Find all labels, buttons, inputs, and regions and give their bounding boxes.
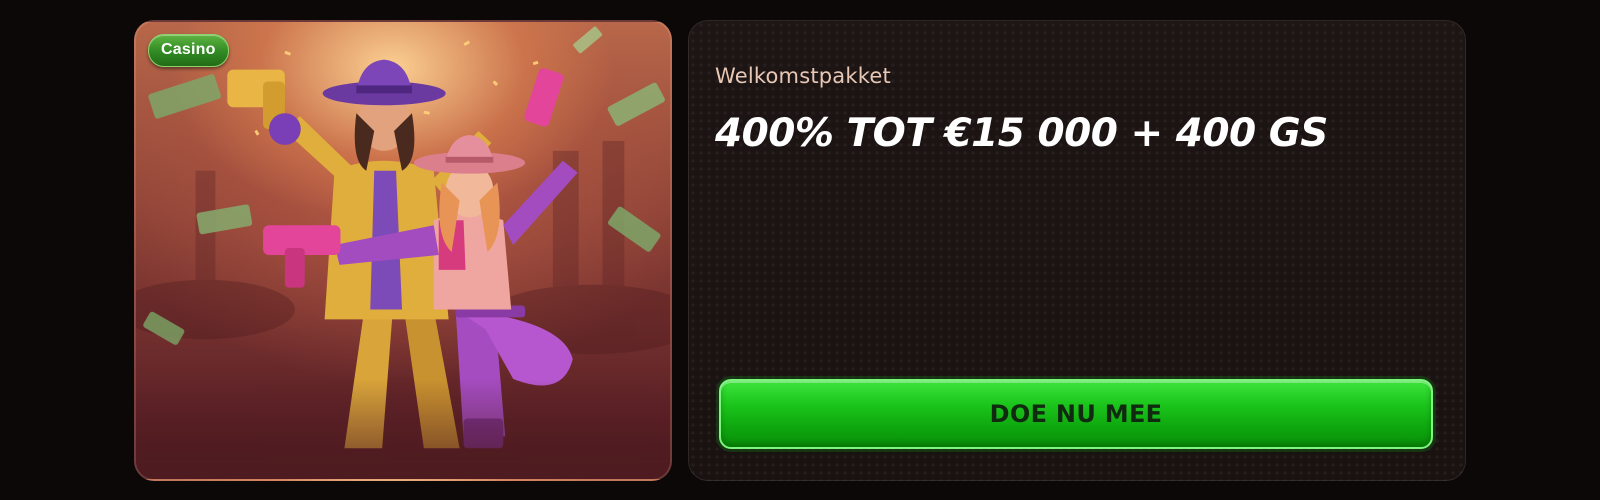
promo-banner: Casino Welkomstpakket 400% TOT €15 000 +… — [0, 0, 1600, 500]
join-now-button[interactable]: DOE NU MEE — [719, 379, 1433, 449]
promo-image-card[interactable]: Casino — [134, 20, 672, 481]
welcome-offer-card: Welkomstpakket 400% TOT €15 000 + 400 GS… — [688, 20, 1466, 481]
offer-headline: 400% TOT €15 000 + 400 GS — [715, 111, 1328, 156]
casino-badge: Casino — [148, 34, 229, 67]
join-now-button-label: DOE NU MEE — [989, 400, 1163, 428]
offer-subtitle: Welkomstpakket — [715, 64, 891, 88]
casino-cowboys-illustration — [136, 26, 670, 479]
